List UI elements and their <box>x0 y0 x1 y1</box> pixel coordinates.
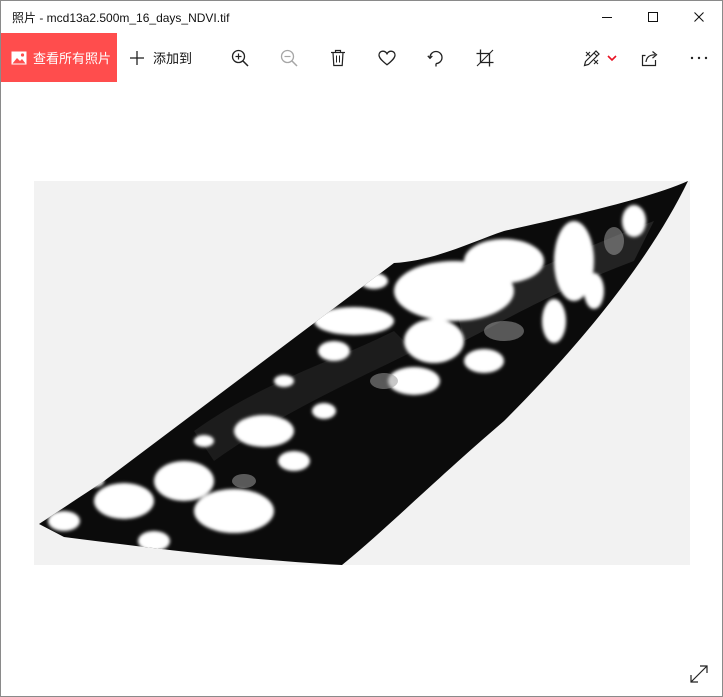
plus-icon <box>130 50 144 65</box>
crop-icon <box>476 49 494 66</box>
view-all-photos-button[interactable]: 查看所有照片 <box>1 33 117 82</box>
rotate-button[interactable] <box>417 33 455 82</box>
maximize-icon <box>648 12 658 22</box>
close-button[interactable] <box>676 1 722 33</box>
favorite-button[interactable] <box>368 33 406 82</box>
close-icon <box>694 12 704 22</box>
zoom-in-button[interactable] <box>221 33 259 82</box>
displayed-image <box>34 181 690 565</box>
rotate-icon <box>427 50 443 66</box>
edit-create-button[interactable] <box>574 33 626 82</box>
window-title: 照片 - mcd13a2.500m_16_days_NDVI.tif <box>12 10 230 25</box>
favorite-icon <box>378 50 396 66</box>
edit-create-icon <box>583 49 600 66</box>
zoom-in-icon <box>231 49 249 67</box>
photos-window: 照片 - mcd13a2.500m_16_days_NDVI.tif 查看所有照… <box>0 0 723 697</box>
view-all-photos-label: 查看所有照片 <box>33 51 112 66</box>
share-icon <box>641 50 658 66</box>
chevron-down-icon <box>607 54 617 61</box>
minimize-icon <box>602 17 612 18</box>
crop-button[interactable] <box>466 33 504 82</box>
share-button[interactable] <box>631 33 669 82</box>
zoom-out-button[interactable] <box>270 33 308 82</box>
expand-diagonal-icon <box>690 665 708 683</box>
ndvi-raster <box>39 181 688 565</box>
zoom-out-icon <box>280 49 298 67</box>
delete-button[interactable] <box>319 33 357 82</box>
delete-icon <box>331 49 345 66</box>
fullscreen-button[interactable] <box>685 660 713 688</box>
toolbar: 查看所有照片 添加到 <box>1 33 722 82</box>
maximize-button[interactable] <box>630 1 676 33</box>
photo-icon <box>11 51 27 64</box>
title-bar[interactable]: 照片 - mcd13a2.500m_16_days_NDVI.tif <box>1 1 722 33</box>
more-icon <box>690 56 708 59</box>
image-viewer[interactable] <box>1 82 722 696</box>
add-to-button[interactable]: 添加到 <box>129 33 192 82</box>
more-options-button[interactable] <box>680 33 718 82</box>
add-to-label: 添加到 <box>153 51 193 66</box>
minimize-button[interactable] <box>584 1 630 33</box>
